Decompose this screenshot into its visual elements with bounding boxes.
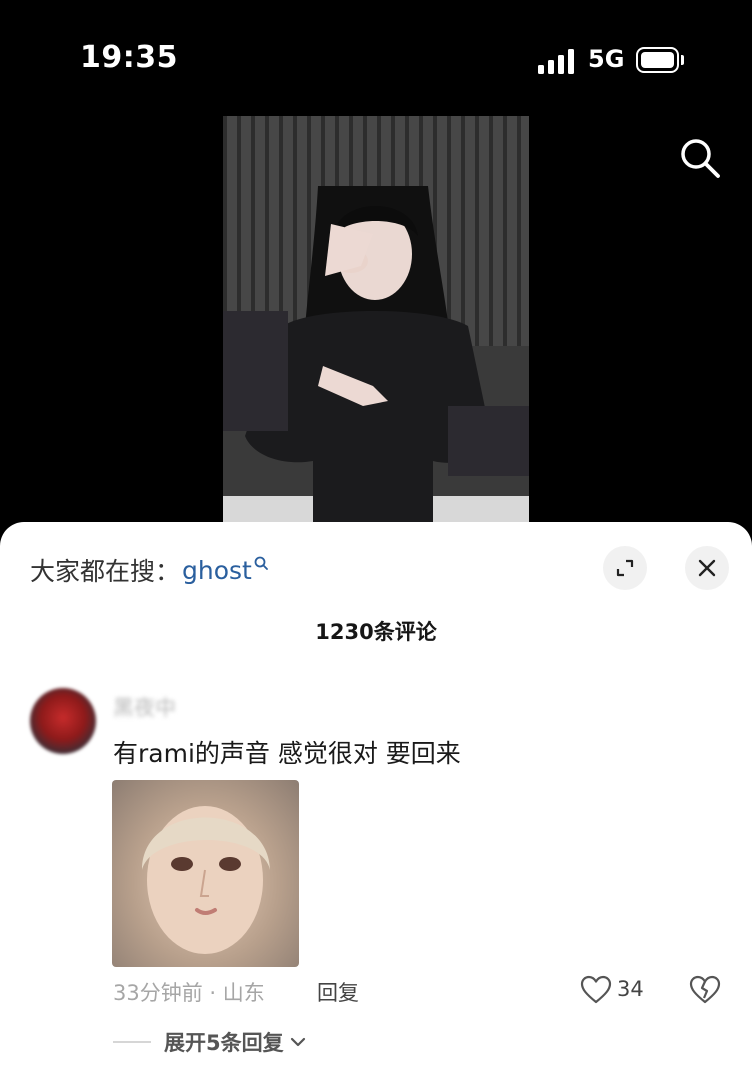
comment-count: 1230条评论 — [315, 620, 437, 644]
status-time: 19:35 — [80, 40, 178, 75]
avatar[interactable] — [30, 688, 96, 754]
expand-icon — [616, 559, 634, 577]
close-button[interactable] — [685, 546, 729, 590]
comment-username[interactable]: 黑夜中 — [113, 692, 176, 722]
search-icon[interactable] — [678, 136, 722, 180]
expand-button[interactable] — [603, 546, 647, 590]
comment-time-location: 33分钟前 · 山东 — [113, 981, 265, 1005]
comment-sheet: 大家都在搜： ghost 1230条评论 黑夜中 有rami的声音 感觉很对 要… — [0, 522, 752, 1080]
close-icon — [698, 559, 716, 577]
signal-icon — [538, 48, 578, 74]
comment-image-graphic — [142, 806, 270, 954]
expand-replies-button[interactable]: 展开5条回复 — [164, 1027, 306, 1057]
trending-search[interactable]: 大家都在搜： ghost — [30, 552, 268, 588]
broken-heart-icon[interactable] — [689, 975, 721, 1005]
trending-prefix: 大家都在搜： — [30, 557, 181, 586]
chevron-down-icon — [290, 1037, 305, 1047]
video-player[interactable] — [223, 116, 529, 530]
heart-icon[interactable] — [580, 975, 612, 1005]
expand-replies-label: 展开5条回复 — [164, 1031, 284, 1055]
battery-icon — [636, 47, 684, 73]
divider-line — [113, 1041, 151, 1043]
network-label: 5G — [588, 45, 625, 73]
search-small-icon — [254, 556, 268, 570]
like-count: 34 — [617, 977, 644, 1001]
trending-term-link[interactable]: ghost — [182, 556, 252, 585]
video-frame-image — [223, 116, 529, 530]
reply-button[interactable]: 回复 — [317, 977, 359, 1007]
comment-text: 有rami的声音 感觉很对 要回来 — [113, 739, 461, 768]
status-bar: 19:35 5G — [0, 0, 752, 110]
video-area[interactable] — [0, 110, 752, 530]
comment-image[interactable] — [112, 780, 299, 967]
